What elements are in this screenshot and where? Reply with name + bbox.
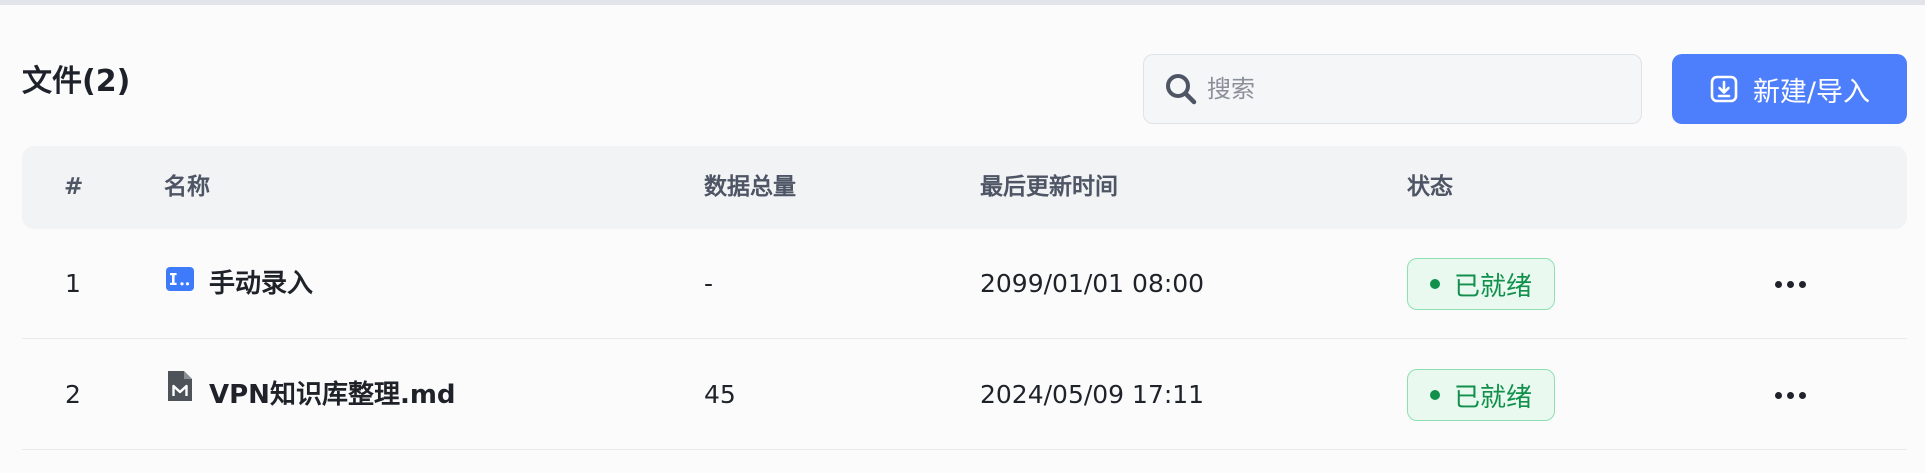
status-label: 已就绪 (1453, 271, 1532, 302)
status-label: 已就绪 (1453, 382, 1532, 413)
status-dot (1429, 390, 1440, 400)
file-name-cell[interactable]: VPN知识库整理.md (165, 340, 456, 450)
markdown-file-icon (165, 340, 195, 450)
search-input[interactable] (1205, 74, 1629, 104)
last-updated: 2099/01/01 08:00 (980, 269, 1205, 298)
status-badge: 已就绪 (1407, 258, 1555, 310)
more-dot (1774, 280, 1782, 288)
table-header: # 名称 数据总量 最后更新时间 状态 (22, 146, 1907, 229)
more-dot (1798, 280, 1806, 288)
table-row[interactable]: 1 手动录入 - 2099/01/01 08:00 已就绪 (22, 229, 1907, 339)
page-title: 文件(2) (22, 64, 131, 99)
last-updated: 2024/05/09 17:11 (980, 380, 1205, 409)
data-total: - (704, 269, 714, 298)
search-box[interactable] (1143, 54, 1642, 124)
file-name-cell[interactable]: 手动录入 (165, 229, 313, 339)
new-import-label: 新建/导入 (1752, 76, 1871, 108)
column-header-index: # (64, 174, 84, 200)
more-dot (1774, 391, 1782, 399)
row-index: 1 (65, 269, 81, 298)
top-divider (0, 0, 1925, 5)
column-header-data-total: 数据总量 (704, 174, 796, 200)
column-header-status: 状态 (1407, 174, 1453, 200)
file-name[interactable]: VPN知识库整理.md (209, 340, 456, 450)
column-header-name: 名称 (164, 174, 210, 200)
more-actions-button[interactable] (1762, 380, 1818, 410)
more-dot (1786, 391, 1794, 399)
import-icon (1709, 74, 1739, 104)
search-icon (1163, 71, 1199, 107)
table-row[interactable]: 2 VPN知识库整理.md 45 2024/05/09 17:11 已就绪 (22, 340, 1907, 450)
new-import-button[interactable]: 新建/导入 (1672, 54, 1907, 124)
status-badge: 已就绪 (1407, 369, 1555, 421)
data-total: 45 (704, 380, 736, 409)
more-dot (1798, 391, 1806, 399)
column-header-last-updated: 最后更新时间 (980, 174, 1118, 200)
more-actions-button[interactable] (1762, 269, 1818, 299)
status-dot (1429, 279, 1440, 289)
manual-input-icon (165, 229, 195, 339)
row-index: 2 (65, 380, 81, 409)
more-dot (1786, 280, 1794, 288)
file-name[interactable]: 手动录入 (209, 229, 313, 339)
